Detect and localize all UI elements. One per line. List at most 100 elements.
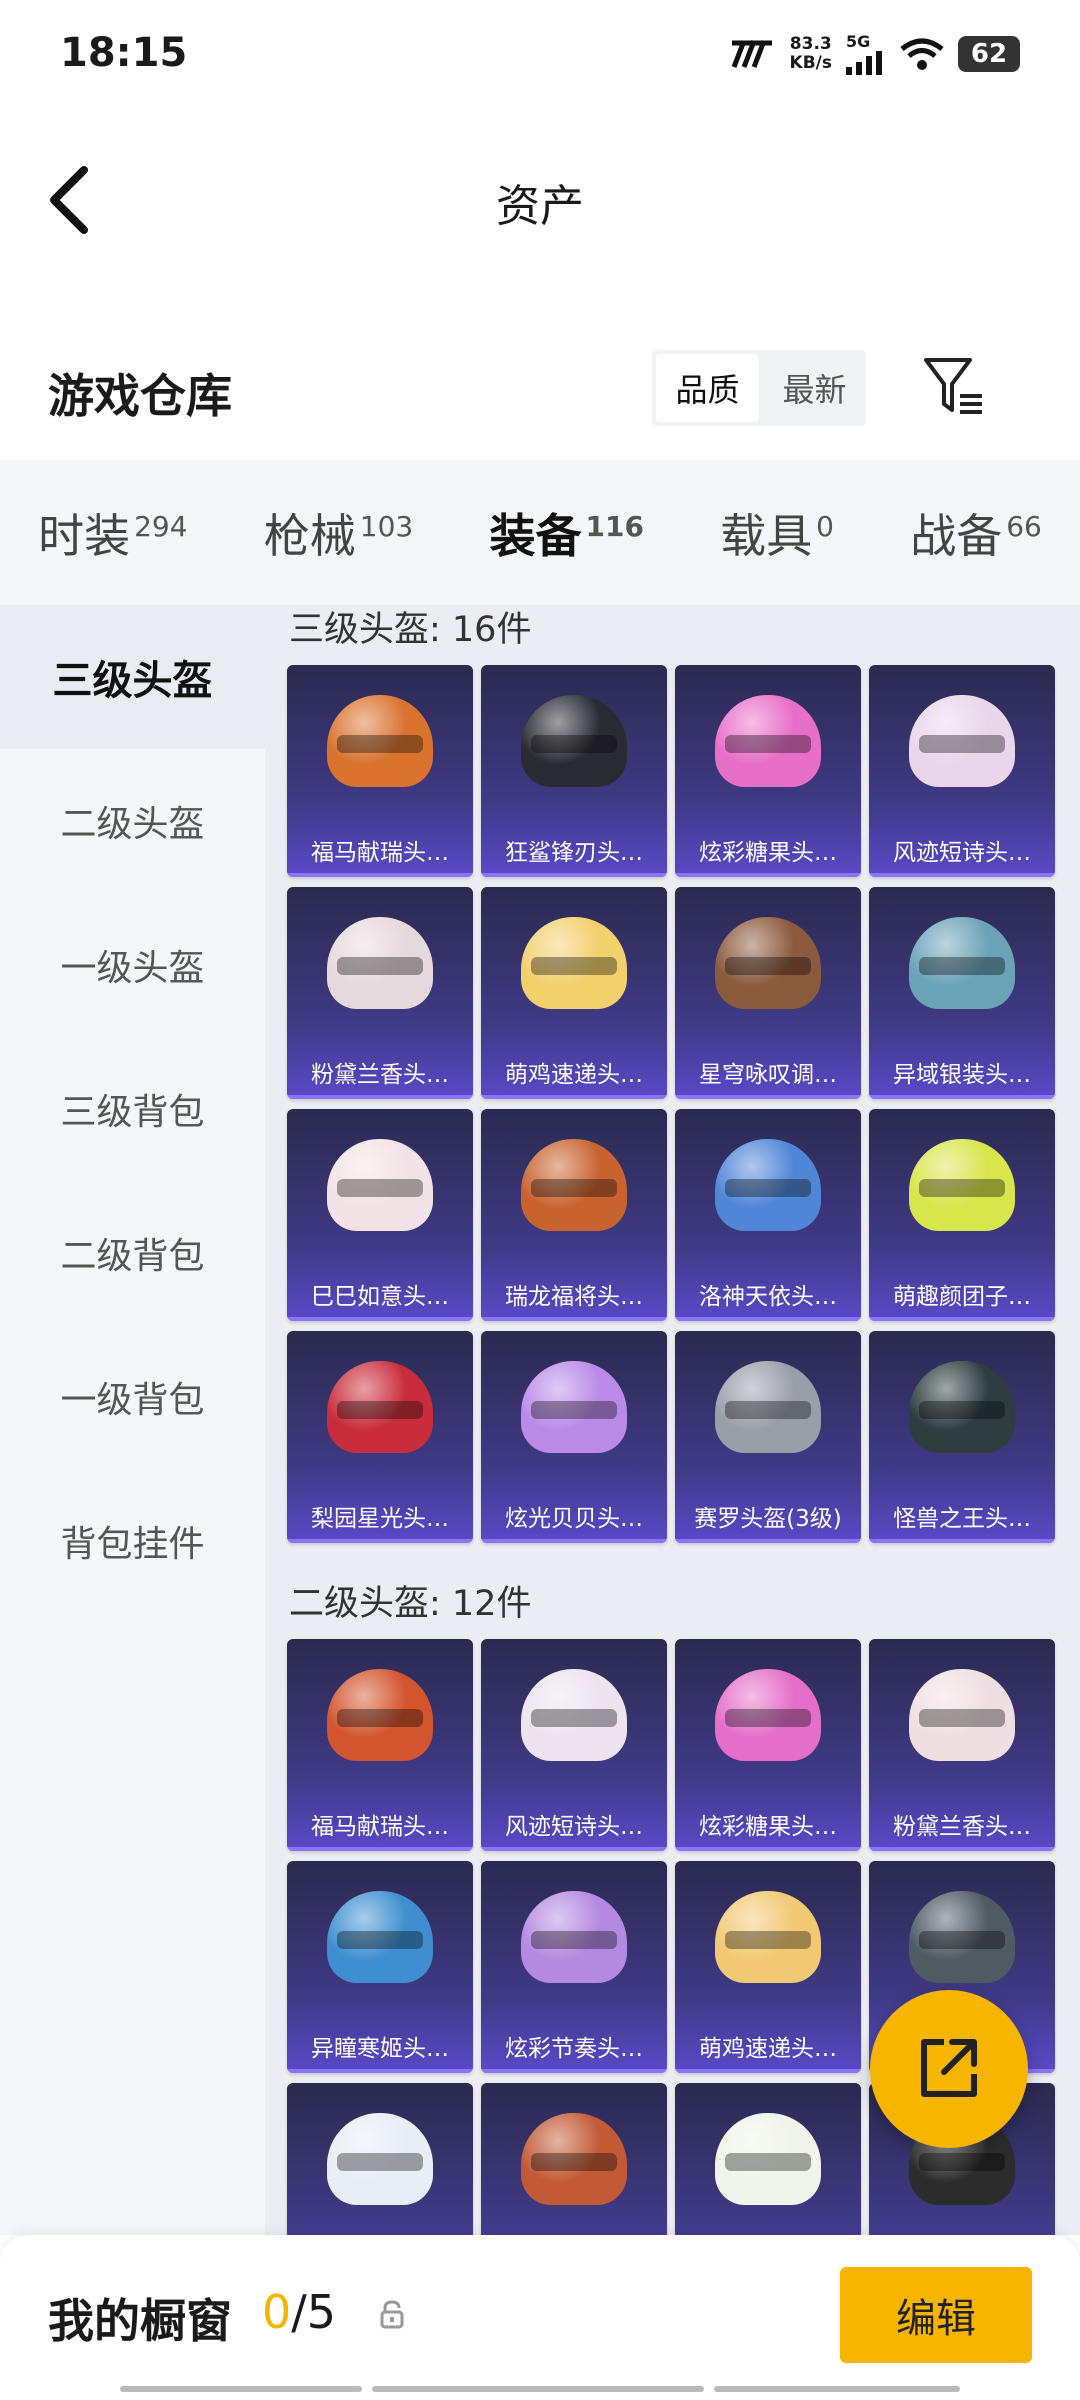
item-card[interactable]: 狂鲨锋刃头… <box>481 665 667 877</box>
item-card[interactable] <box>481 2083 667 2235</box>
item-card[interactable]: 瑞龙福将头… <box>481 1109 667 1321</box>
item-name: 狂鲨锋刃头… <box>505 840 643 866</box>
helmet-visor <box>919 1709 1005 1727</box>
item-name: 粉黛兰香头… <box>311 1062 449 1088</box>
tab-count: 0 <box>816 509 834 543</box>
item-name: 风迹短诗头… <box>893 840 1031 866</box>
item-name: 异瞳寒姬头… <box>311 2036 449 2062</box>
item-card[interactable]: 萌趣颜团子… <box>869 1109 1055 1321</box>
sidebar-item-level3-backpack[interactable]: 三级背包 <box>0 1037 265 1181</box>
sidebar-item-level1-helmet[interactable]: 一级头盔 <box>0 893 265 1037</box>
tab-weapons[interactable]: 枪械 103 <box>264 500 413 566</box>
item-card[interactable]: 星穹咏叹调… <box>675 887 861 1099</box>
filter-icon[interactable] <box>920 350 990 426</box>
warehouse-title: 游戏仓库 <box>48 369 232 423</box>
share-button[interactable] <box>870 1990 1028 2148</box>
helmet-image <box>327 1139 433 1231</box>
helmet-image <box>909 1361 1015 1453</box>
tab-label: 时装 <box>38 509 131 563</box>
item-name: 异域银装头… <box>893 1062 1031 1088</box>
helmet-visor <box>531 2153 617 2171</box>
tab-count: 66 <box>1006 509 1042 543</box>
scroll-indicator <box>714 2386 960 2392</box>
item-name: 梨园星光头… <box>311 1506 449 1532</box>
item-name: 赛罗头盔(3级) <box>694 1506 842 1532</box>
item-card[interactable]: 粉黛兰香头… <box>287 887 473 1099</box>
item-card[interactable]: 赛罗头盔(3级) <box>675 1331 861 1543</box>
item-card[interactable]: 梨园星光头… <box>287 1331 473 1543</box>
item-name: 粉黛兰香头… <box>893 1814 1031 1840</box>
status-bar: 18:15 83.3 KB/s 5G 62 <box>0 0 1080 110</box>
item-card[interactable]: 炫彩糖果头… <box>675 1639 861 1851</box>
category-tabs: 时装 294 枪械 103 装备 116 载具 0 战备 66 <box>0 460 1080 618</box>
item-card[interactable]: 萌鸡速递头… <box>675 1861 861 2073</box>
item-card[interactable]: 巳巳如意头… <box>287 1109 473 1321</box>
helmet-visor <box>337 1709 423 1727</box>
item-card[interactable]: 怪兽之王头… <box>869 1331 1055 1543</box>
helmet-image <box>715 1139 821 1231</box>
battery-icon: 62 <box>958 35 1020 72</box>
helmet-image <box>715 917 821 1009</box>
network-type: 5G <box>846 32 871 51</box>
tab-vehicles[interactable]: 载具 0 <box>720 500 834 566</box>
status-time: 18:15 <box>60 30 188 76</box>
item-name: 星穹咏叹调… <box>699 1062 837 1088</box>
helmet-visor <box>531 735 617 753</box>
sidebar-item-backpack-charm[interactable]: 背包挂件 <box>0 1469 265 1613</box>
item-card[interactable]: 异域银装头… <box>869 887 1055 1099</box>
helmet-visor <box>337 735 423 753</box>
item-card[interactable]: 福马献瑞头… <box>287 1639 473 1851</box>
helmet-visor <box>919 735 1005 753</box>
item-name: 萌鸡速递头… <box>505 1062 643 1088</box>
sidebar-item-level2-backpack[interactable]: 二级背包 <box>0 1181 265 1325</box>
tab-gear[interactable]: 战备 66 <box>910 500 1042 566</box>
showcase-total: /5 <box>291 2285 337 2339</box>
scroll-indicator <box>372 2386 704 2392</box>
share-icon <box>921 2039 977 2097</box>
edit-button[interactable]: 编辑 <box>840 2267 1032 2363</box>
helmet-visor <box>725 1709 811 1727</box>
helmet-image <box>715 695 821 787</box>
item-card[interactable]: 福马献瑞头… <box>287 665 473 877</box>
helmet-image <box>521 1361 627 1453</box>
wifi-icon <box>900 38 944 70</box>
sidebar-item-level3-helmet[interactable]: 三级头盔 <box>0 605 265 749</box>
tab-equipment[interactable]: 装备 116 <box>489 500 644 618</box>
item-name: 炫彩糖果头… <box>699 1814 837 1840</box>
item-card[interactable] <box>287 2083 473 2235</box>
warehouse-bar: 游戏仓库 品质 最新 <box>0 330 1080 450</box>
showcase-label: 我的橱窗 <box>48 2294 232 2348</box>
item-card[interactable]: 异瞳寒姬头… <box>287 1861 473 2073</box>
helmet-visor <box>337 1931 423 1949</box>
sort-quality-option[interactable]: 品质 <box>656 354 759 422</box>
item-card[interactable]: 炫彩糖果头… <box>675 665 861 877</box>
helmet-image <box>521 1669 627 1761</box>
tab-label: 载具 <box>720 509 813 563</box>
item-card[interactable]: 炫彩节奏头… <box>481 1861 667 2073</box>
item-card[interactable]: 炫光贝贝头… <box>481 1331 667 1543</box>
sidebar-item-level2-helmet[interactable]: 二级头盔 <box>0 749 265 893</box>
item-card[interactable]: 萌鸡速递头… <box>481 887 667 1099</box>
showcase-current: 0 <box>262 2285 292 2339</box>
item-card[interactable]: 洛神天依头… <box>675 1109 861 1321</box>
helmet-image <box>327 695 433 787</box>
sidebar-item-level1-backpack[interactable]: 一级背包 <box>0 1325 265 1469</box>
item-card[interactable] <box>675 2083 861 2235</box>
item-card[interactable]: 风迹短诗头… <box>869 665 1055 877</box>
item-name: 萌鸡速递头… <box>699 2036 837 2062</box>
tab-fashion[interactable]: 时装 294 <box>38 500 187 566</box>
helmet-visor <box>337 1401 423 1419</box>
item-card[interactable]: 粉黛兰香头… <box>869 1639 1055 1851</box>
helmet-image <box>909 917 1015 1009</box>
signal-icon <box>846 51 882 75</box>
showcase-count: 0/5 <box>262 2285 336 2339</box>
tab-count: 294 <box>134 509 188 543</box>
tab-label: 装备 <box>489 509 582 563</box>
helmet-visor <box>919 957 1005 975</box>
helmet-image <box>521 917 627 1009</box>
item-card[interactable]: 风迹短诗头… <box>481 1639 667 1851</box>
tab-count: 103 <box>359 509 414 543</box>
sort-newest-option[interactable]: 最新 <box>763 350 866 426</box>
helmet-image <box>715 1361 821 1453</box>
sort-toggle: 品质 最新 <box>652 350 866 426</box>
